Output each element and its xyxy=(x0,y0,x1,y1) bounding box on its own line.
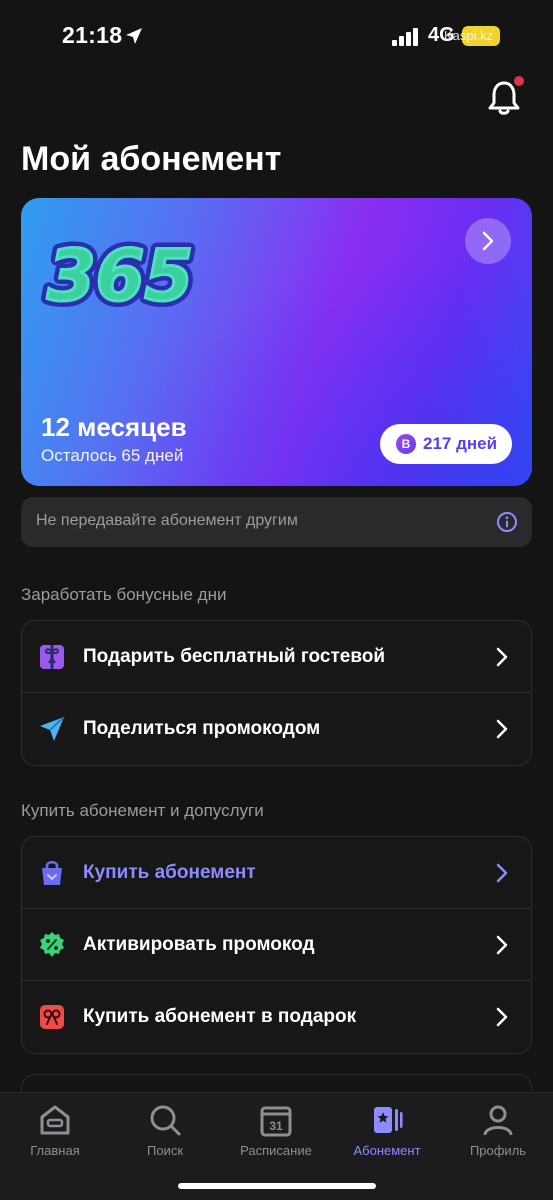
membership-icon xyxy=(374,1107,403,1133)
home-indicator xyxy=(178,1183,376,1189)
tab-label: Профиль xyxy=(469,1143,527,1158)
tab-schedule[interactable]: 31 Расписание xyxy=(221,1103,331,1163)
tab-label: Абонемент xyxy=(353,1143,421,1158)
buy-list: Купить абонемент Активировать промокод К… xyxy=(21,836,532,1054)
bonus-list: Подарить бесплатный гостевой Поделиться … xyxy=(21,620,532,766)
section-label-bonus: Заработать бонусные дни xyxy=(21,585,227,604)
section-label-buy: Купить абонемент и допуслуги xyxy=(21,801,264,820)
tab-label: Главная xyxy=(30,1143,80,1158)
logo-365: 365 365 xyxy=(41,229,199,322)
chevron-right-icon xyxy=(496,863,508,883)
bow-icon xyxy=(40,1005,64,1029)
notice-banner: Не передавайте абонемент другим xyxy=(21,497,532,547)
info-icon[interactable] xyxy=(496,511,518,533)
location-arrow-icon xyxy=(126,28,142,44)
list-item-label: Активировать промокод xyxy=(83,934,315,955)
status-time: 21:18 xyxy=(62,22,123,48)
list-item-buy-subscription[interactable]: Купить абонемент xyxy=(22,837,531,909)
list-item-gift-guest[interactable]: Подарить бесплатный гостевой xyxy=(22,621,531,693)
subscription-duration: 12 месяцев xyxy=(41,412,187,442)
list-item-share-promo[interactable]: Поделиться промокодом xyxy=(22,693,531,765)
tab-profile[interactable]: Профиль xyxy=(443,1103,553,1163)
tab-home[interactable]: Главная xyxy=(0,1103,110,1163)
bonus-days-text: 217 дней xyxy=(423,434,498,453)
subscription-remaining: Осталось 65 дней xyxy=(41,446,184,465)
list-item-label: Подарить бесплатный гостевой xyxy=(83,646,386,667)
subscription-card[interactable]: 365 365 12 месяцев Осталось 65 дней B 21… xyxy=(21,198,532,486)
notice-text: Не передавайте абонемент другим xyxy=(36,512,298,529)
chevron-right-icon xyxy=(496,935,508,955)
notification-badge xyxy=(512,74,526,88)
gift-icon xyxy=(40,645,64,669)
chevron-right-icon xyxy=(482,231,494,251)
profile-icon xyxy=(483,1105,513,1136)
page-title: Мой абонемент xyxy=(21,140,282,178)
bonus-days-badge[interactable]: B 217 дней xyxy=(380,424,512,464)
svg-text:31: 31 xyxy=(269,1119,283,1133)
list-item-activate-promo[interactable]: Активировать промокод xyxy=(22,909,531,981)
calendar-icon: 31 xyxy=(260,1106,292,1137)
cellular-signal-icon xyxy=(392,28,418,46)
tab-search[interactable]: Поиск xyxy=(110,1103,220,1163)
chevron-right-icon xyxy=(496,1007,508,1027)
bonus-days-letter: B xyxy=(396,434,416,454)
chevron-right-icon xyxy=(496,647,508,667)
list-item-buy-gift[interactable]: Купить абонемент в подарок xyxy=(22,981,531,1053)
card-open-button[interactable] xyxy=(465,218,511,264)
tab-membership[interactable]: Абонемент xyxy=(332,1103,442,1163)
tab-label: Расписание xyxy=(240,1143,312,1158)
list-item-label: Купить абонемент в подарок xyxy=(83,1006,357,1027)
svg-text:365: 365 xyxy=(47,235,193,317)
list-item-label: Поделиться промокодом xyxy=(83,718,321,739)
shopping-bag-icon xyxy=(42,861,62,885)
status-bar: 21:18 4G Kaspi.kz xyxy=(0,0,553,76)
tab-label: Поиск xyxy=(146,1143,184,1158)
percent-badge-icon xyxy=(40,932,64,957)
list-item-label: Купить абонемент xyxy=(83,862,256,883)
send-icon xyxy=(40,716,65,741)
watermark: Kaspi.kz xyxy=(444,28,494,43)
search-icon xyxy=(150,1105,181,1136)
chevron-right-icon xyxy=(496,719,508,739)
home-icon xyxy=(40,1105,70,1135)
